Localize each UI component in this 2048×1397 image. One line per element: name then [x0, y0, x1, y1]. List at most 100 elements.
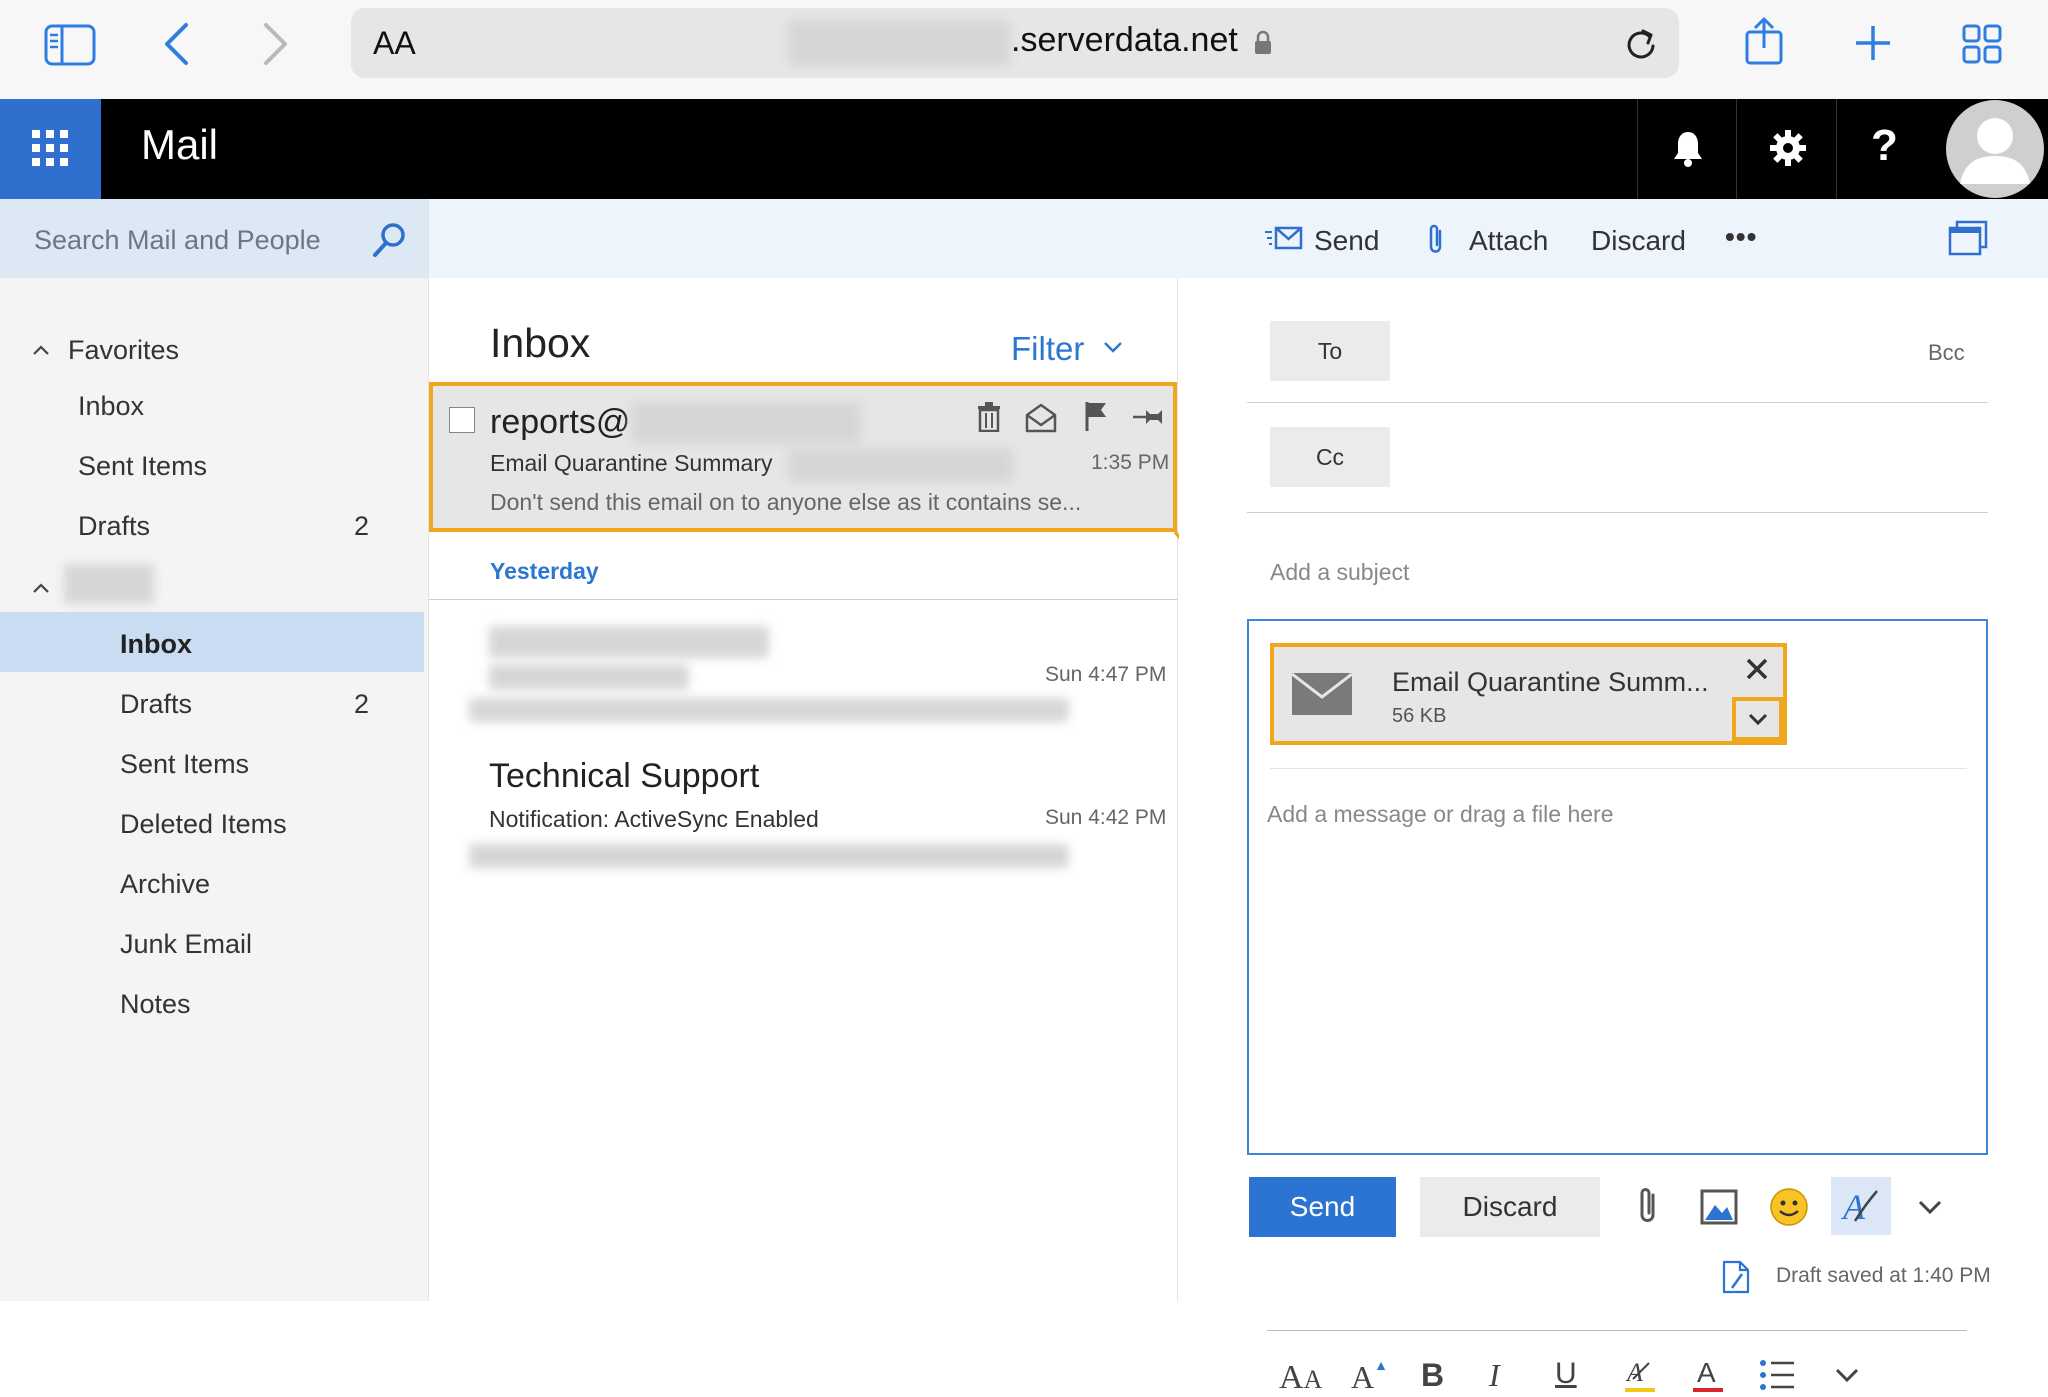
attachment-card[interactable]: Email Quarantine Summ... 56 KB	[1270, 643, 1787, 745]
back-icon[interactable]	[162, 22, 190, 66]
folder-junk-email[interactable]: Junk Email	[120, 929, 252, 960]
bullet-list-icon[interactable]	[1759, 1359, 1795, 1391]
more-options-chevron-icon[interactable]	[1918, 1199, 1942, 1215]
to-button[interactable]: To	[1270, 321, 1390, 381]
pin-icon[interactable]	[1132, 406, 1164, 428]
folder-deleted-items[interactable]: Deleted Items	[120, 809, 287, 840]
avatar[interactable]	[1946, 100, 2044, 198]
attachment-size: 56 KB	[1392, 705, 1447, 727]
discard-button[interactable]: Discard	[1420, 1177, 1600, 1237]
cc-button[interactable]: Cc	[1270, 427, 1390, 487]
chevron-down-icon	[1103, 340, 1123, 354]
tabs-overview-icon[interactable]	[1962, 24, 2002, 64]
toolbar-discard-button[interactable]: Discard	[1591, 225, 1686, 257]
to-field-underline	[1247, 402, 1988, 403]
font-size-icon[interactable]: AA	[1279, 1359, 1322, 1397]
notifications-button[interactable]	[1637, 99, 1737, 199]
waffle-icon	[32, 130, 68, 166]
collapse-account-icon[interactable]	[32, 582, 50, 594]
font-color-icon[interactable]: A	[1691, 1355, 1725, 1395]
collapse-favorites-icon[interactable]	[32, 344, 50, 356]
search-box[interactable]: Search Mail and People	[0, 199, 429, 278]
italic-icon[interactable]: I	[1489, 1357, 1500, 1394]
message-checkbox[interactable]	[449, 407, 475, 433]
flag-icon[interactable]	[1084, 400, 1110, 432]
share-icon[interactable]	[1744, 16, 1784, 66]
message-body-editor[interactable]: Email Quarantine Summ... 56 KB Add a mes…	[1247, 619, 1988, 1396]
settings-button[interactable]	[1736, 99, 1836, 199]
help-icon: ?	[1871, 121, 1898, 170]
favorite-drafts-count: 2	[354, 511, 370, 541]
text-size-button[interactable]: AA	[373, 25, 416, 62]
app-title: Mail	[141, 121, 219, 168]
message-body-input[interactable]: Add a message or drag a file here	[1267, 801, 1613, 828]
delete-icon[interactable]	[977, 402, 1001, 432]
favorite-inbox[interactable]: Inbox	[78, 391, 144, 422]
favorites-header[interactable]: Favorites	[68, 335, 179, 366]
new-tab-icon[interactable]	[1854, 24, 1892, 62]
more-options-button[interactable]: •••	[1725, 221, 1757, 253]
underline-icon[interactable]: U	[1555, 1357, 1577, 1391]
svg-text:A: A	[1841, 1187, 1866, 1227]
help-button[interactable]: ?	[1836, 99, 1936, 199]
preview-redacted	[469, 698, 1069, 722]
sidebar-toggle-icon[interactable]	[44, 24, 96, 66]
forward-icon[interactable]	[262, 22, 290, 66]
app-launcher-button[interactable]	[0, 99, 101, 199]
mark-read-icon[interactable]	[1025, 401, 1057, 433]
signature-button[interactable]: A	[1831, 1177, 1891, 1235]
toolbar-send-button[interactable]: Send	[1314, 225, 1379, 257]
favorite-drafts[interactable]: Drafts	[78, 511, 150, 542]
chevron-down-icon	[1748, 712, 1768, 726]
folder-notes[interactable]: Notes	[120, 989, 191, 1020]
folder-drafts[interactable]: Drafts	[120, 689, 192, 720]
attachment-options-button[interactable]	[1732, 697, 1783, 741]
attachment-name: Email Quarantine Summ...	[1392, 667, 1709, 697]
attach-file-icon[interactable]	[1637, 1185, 1659, 1227]
filter-button[interactable]: Filter	[1011, 330, 1122, 368]
draft-saved-icon	[1722, 1260, 1750, 1294]
search-icon[interactable]	[372, 222, 406, 258]
emoji-icon[interactable]	[1769, 1187, 1809, 1227]
folder-inbox[interactable]: Inbox	[120, 629, 192, 660]
cc-field-underline	[1247, 512, 1988, 513]
insert-picture-icon[interactable]	[1700, 1189, 1738, 1225]
lock-icon	[1253, 30, 1273, 56]
message-subject: Notification: ActiveSync Enabled	[489, 806, 819, 832]
folder-sent-items[interactable]: Sent Items	[120, 749, 249, 780]
app-header: Mail ?	[0, 99, 2048, 199]
search-input[interactable]: Search Mail and People	[34, 225, 321, 256]
folder-pane: Favorites Inbox Sent Items Drafts 2 Inbo…	[0, 278, 429, 1301]
url-text: .serverdata.net	[1011, 21, 1238, 59]
message-time: 1:35 PM	[1091, 451, 1170, 474]
grow-font-icon[interactable]: A▲	[1351, 1359, 1388, 1396]
list-title: Inbox	[490, 320, 591, 366]
list-item[interactable]: Sun 4:47 PM	[429, 600, 1177, 750]
subject-input[interactable]: Add a subject	[1270, 559, 1409, 586]
list-item[interactable]: Technical Support Notification: ActiveSy…	[429, 750, 1177, 900]
message-time: Sun 4:47 PM	[1045, 663, 1167, 686]
address-bar[interactable]: AA .serverdata.net	[351, 8, 1679, 78]
account-name-redacted	[64, 564, 154, 604]
subject-redacted	[489, 664, 689, 690]
send-icon	[1265, 226, 1303, 252]
list-item[interactable]: reports@ Email Quarantine Summary 1:35 P…	[429, 382, 1177, 532]
selected-folder-highlight	[0, 612, 424, 672]
sender-redacted	[631, 402, 861, 444]
pop-out-icon[interactable]	[1948, 220, 1988, 256]
toolbar-attach-button[interactable]: Attach	[1469, 225, 1548, 257]
format-toolbar-divider	[1267, 1330, 1967, 1331]
send-button[interactable]: Send	[1249, 1177, 1396, 1237]
reload-icon[interactable]	[1623, 26, 1659, 64]
filter-label: Filter	[1011, 330, 1085, 367]
folder-archive[interactable]: Archive	[120, 869, 210, 900]
bcc-button[interactable]: Bcc	[1928, 340, 1965, 366]
highlight-icon[interactable]: A	[1623, 1355, 1657, 1395]
favorite-sent-items[interactable]: Sent Items	[78, 451, 207, 482]
folder-drafts-count: 2	[354, 689, 370, 719]
message-sender: Technical Support	[489, 757, 760, 795]
bold-icon[interactable]: B	[1421, 1357, 1444, 1394]
remove-attachment-icon[interactable]	[1745, 657, 1769, 681]
more-formatting-chevron-icon[interactable]	[1835, 1367, 1859, 1383]
gear-icon	[1769, 129, 1807, 167]
